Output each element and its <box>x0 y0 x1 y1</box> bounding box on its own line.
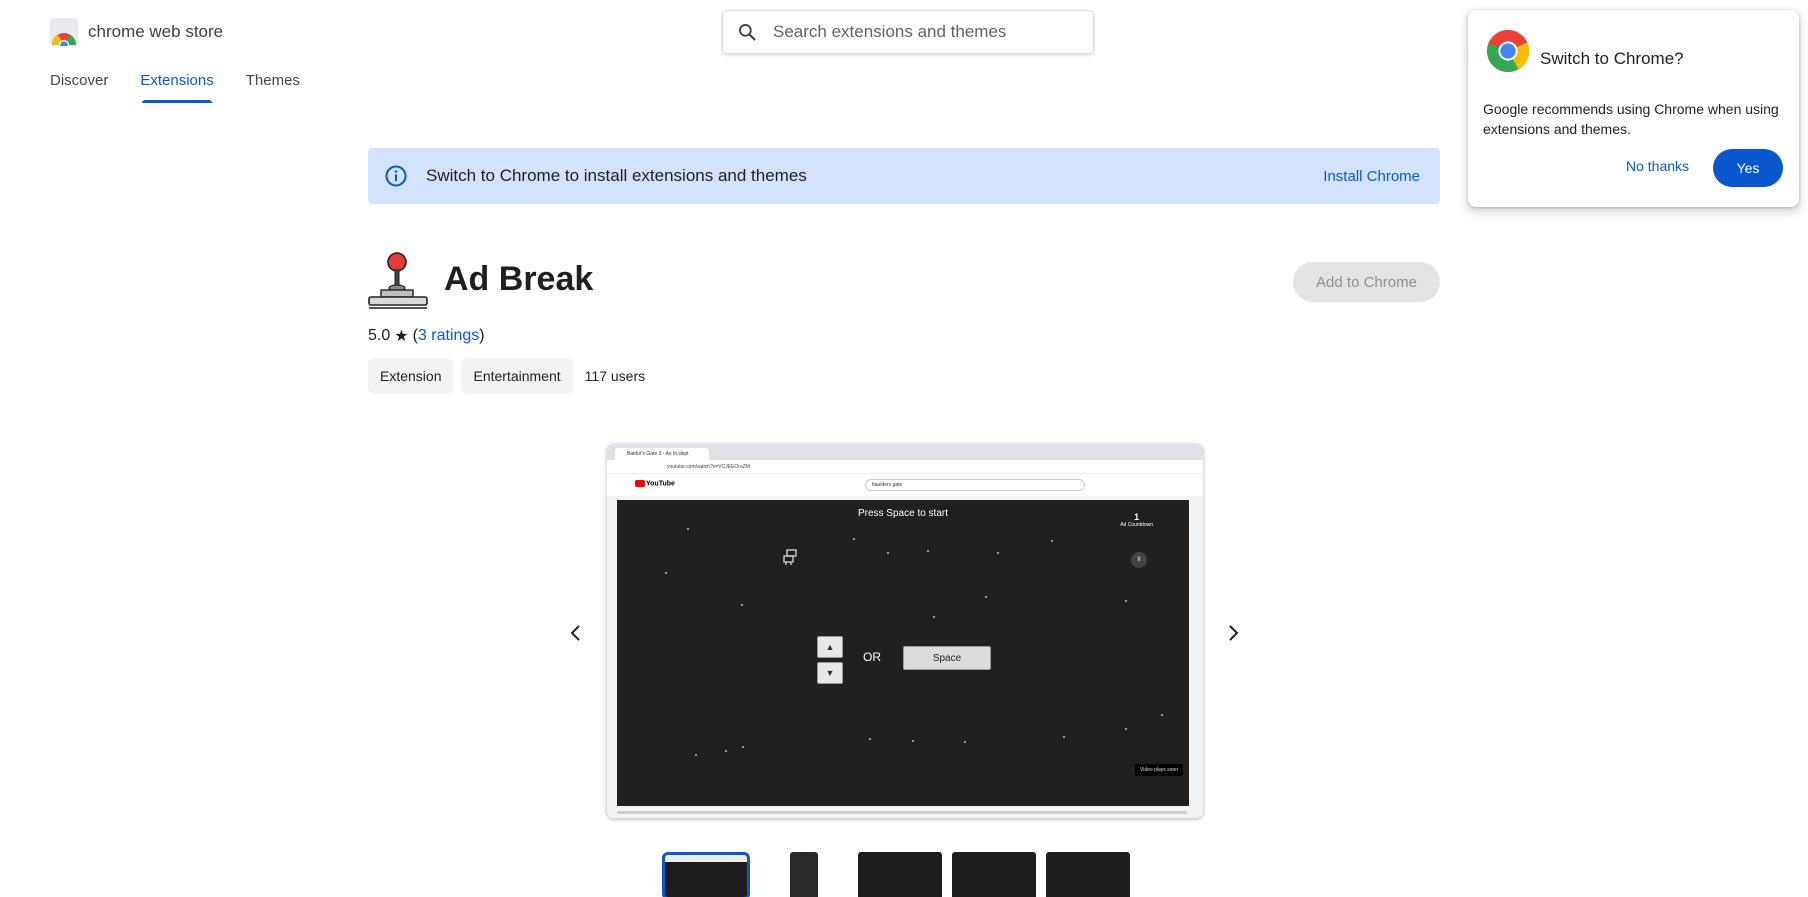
browser-tab: Baldur's Gate 3 - An In-dept <box>615 448 709 460</box>
switch-to-chrome-banner: Switch to Chrome to install extensions a… <box>368 148 1440 204</box>
extension-screenshot: Baldur's Gate 3 - An In-dept youtube.com… <box>607 444 1203 818</box>
carousel-prev-button[interactable] <box>561 618 591 648</box>
youtube-search: baulders gate <box>865 479 1085 491</box>
star-dot <box>1125 728 1127 730</box>
star-dot <box>1063 736 1065 738</box>
install-chrome-link[interactable]: Install Chrome <box>1323 168 1420 185</box>
thumbnail-4[interactable] <box>952 852 1036 897</box>
yes-button[interactable]: Yes <box>1713 149 1783 187</box>
popup-title: Switch to Chrome? <box>1540 49 1684 68</box>
thumbnail-strip <box>662 852 1130 897</box>
banner-text: Switch to Chrome to install extensions a… <box>426 166 807 185</box>
ratings-link[interactable]: 3 ratings <box>418 327 479 345</box>
tab-themes[interactable]: Themes <box>246 72 300 103</box>
chip-entertainment[interactable]: Entertainment <box>461 358 573 394</box>
switch-to-chrome-popup: Switch to Chrome? Google recommends usin… <box>1468 10 1799 207</box>
video-plays-soon: Video plays soon <box>1135 764 1183 776</box>
add-to-chrome-button[interactable]: Add to Chrome <box>1293 262 1440 302</box>
star-dot <box>741 604 743 606</box>
star-dot <box>927 550 929 552</box>
youtube-logo: YouTube <box>635 480 675 487</box>
star-dot <box>869 738 871 740</box>
rating-summary: 5.0 ★ (3 ratings) <box>368 326 485 346</box>
ad-countdown: 1 Ad Countdown <box>1120 512 1153 528</box>
star-dot <box>1051 540 1053 542</box>
star-dot <box>1125 600 1127 602</box>
countdown-label: Ad Countdown <box>1120 522 1153 528</box>
star-dot <box>887 552 889 554</box>
thumbnail-1[interactable] <box>662 852 750 897</box>
star-dot <box>985 596 987 598</box>
youtube-header: YouTube baulders gate <box>607 474 1203 496</box>
thumbnail-topbar <box>665 855 747 862</box>
joystick-icon <box>368 252 428 309</box>
star-dot <box>1161 714 1163 716</box>
star-dot <box>912 740 914 742</box>
no-thanks-button[interactable]: No thanks <box>1626 158 1689 174</box>
search-input[interactable] <box>773 22 1073 42</box>
logo-text: chrome web store <box>88 22 224 41</box>
star-dot <box>695 754 697 756</box>
chrome-web-store-icon <box>50 18 78 46</box>
main-nav: Discover Extensions Themes <box>50 72 300 103</box>
pause-icon: II <box>1131 552 1147 568</box>
youtube-play-icon <box>635 480 645 487</box>
category-chips: Extension Entertainment 117 users <box>368 358 645 394</box>
user-count: 117 users <box>584 368 646 384</box>
chevron-right-icon <box>1229 625 1239 641</box>
space-key: Space <box>903 646 991 670</box>
star-dot <box>933 616 935 618</box>
press-space-text: Press Space to start <box>857 508 949 519</box>
browser-url: youtube.com/watch?v=VCJEEOroZM <box>607 460 1203 474</box>
rating-value: 5.0 <box>368 327 391 344</box>
chrome-web-store-logo[interactable]: chrome web store <box>50 18 223 46</box>
star-icon: ★ <box>394 328 409 345</box>
arrow-keys: ▲ ▼ <box>817 636 843 688</box>
countdown-value: 1 <box>1134 512 1140 522</box>
star-dot <box>853 538 855 540</box>
game-area: Press Space to start ▲ ▼ OR Space 1 Ad C… <box>617 500 1189 806</box>
thumbnail-5[interactable] <box>1046 852 1130 897</box>
browser-tab-strip: Baldur's Gate 3 - An In-dept <box>607 444 1203 460</box>
tab-discover[interactable]: Discover <box>50 72 108 103</box>
rating-close-paren: ) <box>479 327 485 344</box>
star-dot <box>725 750 727 752</box>
down-key: ▼ <box>817 662 843 684</box>
chrome-icon <box>1486 29 1530 73</box>
chevron-left-icon <box>570 625 580 641</box>
or-text: OR <box>863 650 881 664</box>
star-dot <box>665 572 667 574</box>
tab-extensions[interactable]: Extensions <box>140 72 214 103</box>
up-key: ▲ <box>817 636 843 658</box>
screenshot-scrollbar <box>617 811 1187 814</box>
dino-icon <box>783 549 797 565</box>
info-icon <box>385 165 407 187</box>
youtube-logo-text: YouTube <box>646 480 675 488</box>
chip-extension[interactable]: Extension <box>368 358 454 394</box>
search-box[interactable] <box>722 10 1094 54</box>
extension-title: Ad Break <box>444 260 594 298</box>
star-dot <box>997 552 999 554</box>
star-dot <box>964 741 966 743</box>
star-dot <box>742 746 744 748</box>
search-icon <box>739 24 756 41</box>
thumbnail-2[interactable] <box>790 852 818 897</box>
star-dot <box>687 528 689 530</box>
popup-body: Google recommends using Chrome when usin… <box>1483 101 1779 137</box>
carousel-next-button[interactable] <box>1218 618 1248 648</box>
thumbnail-3[interactable] <box>858 852 942 897</box>
